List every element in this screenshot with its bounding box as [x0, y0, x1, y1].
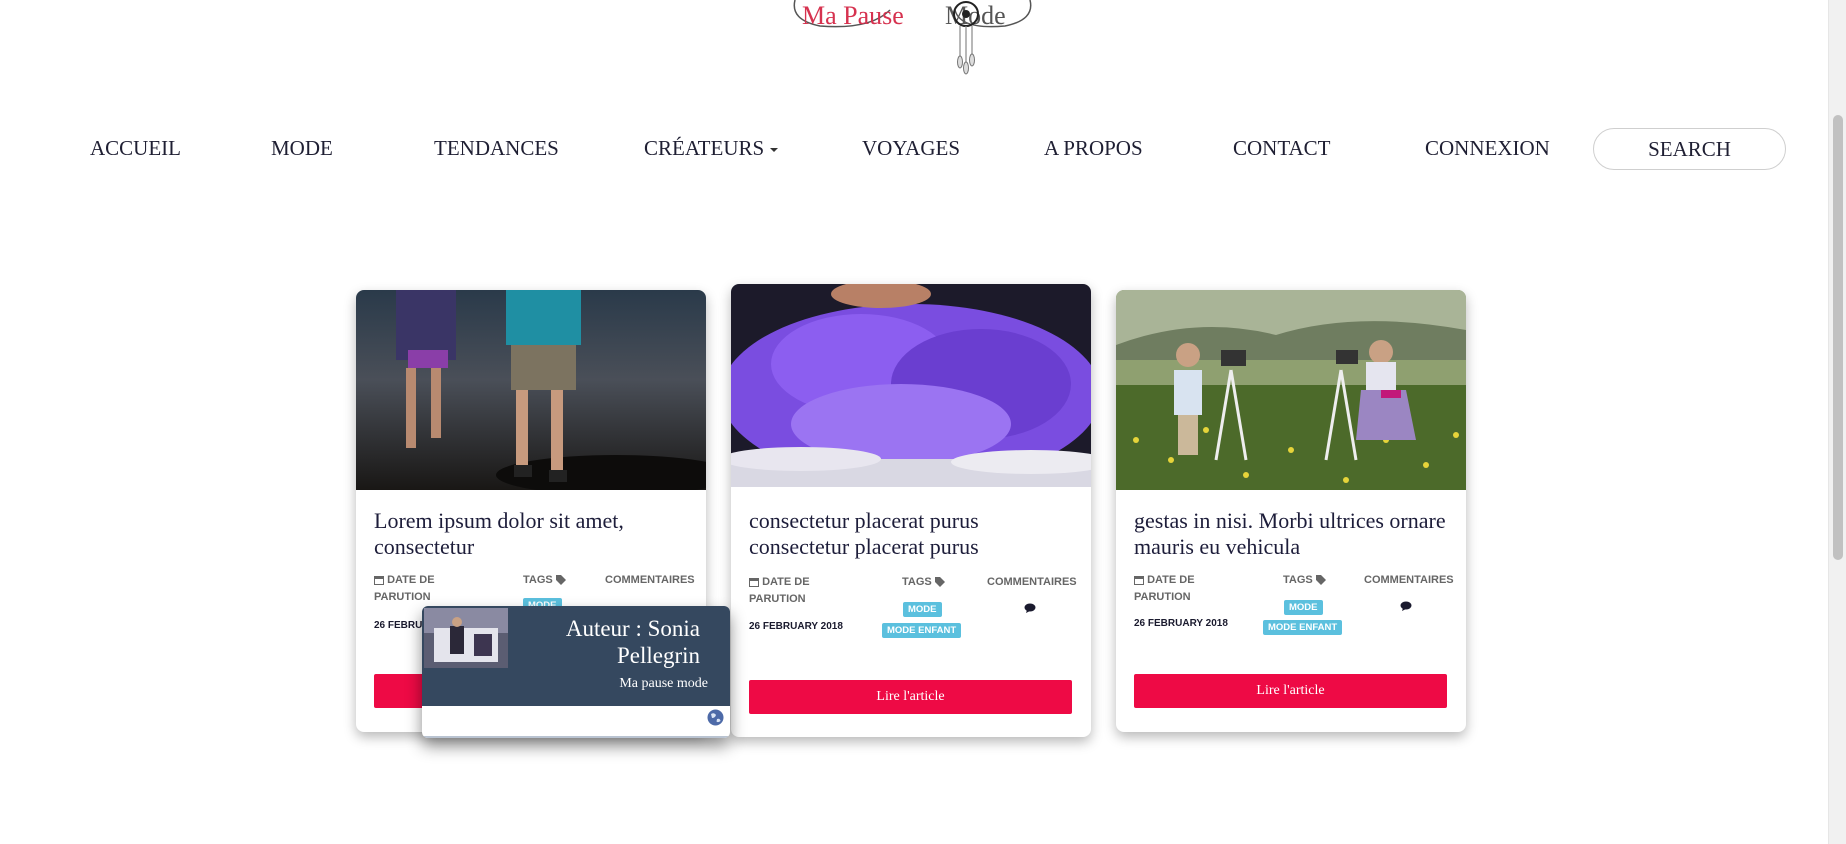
globe-icon[interactable] — [707, 709, 724, 726]
comments-label: COMMENTAIRES — [987, 576, 1077, 588]
logo-graphic: Ma Pause Mode — [793, 0, 1032, 75]
calendar-icon — [1134, 576, 1144, 586]
date-label: DATE DE PARUTION — [1134, 574, 1195, 603]
author-popover: Auteur : Sonia Pellegrin Ma pause mode — [422, 606, 730, 738]
author-name: Auteur : Sonia Pellegrin — [565, 616, 700, 668]
read-article-button[interactable]: Lire l'article — [1134, 674, 1447, 708]
tags-icon — [555, 575, 566, 586]
article-image[interactable] — [1116, 290, 1466, 490]
publication-date: 26 FEBRUARY 2018 — [749, 621, 843, 632]
article-image[interactable] — [356, 290, 706, 490]
author-avatar[interactable] — [424, 608, 508, 668]
article-image[interactable] — [731, 284, 1091, 487]
tag-badge[interactable]: MODE — [903, 602, 942, 617]
tag-badge[interactable]: MODE — [1284, 600, 1323, 615]
tags-label: TAGS — [523, 572, 568, 589]
article-title[interactable]: Lorem ipsum dolor sit amet, consectetur — [374, 508, 694, 560]
date-label: DATE DE PARUTION — [374, 574, 435, 603]
nav-item-mode[interactable]: MODE — [271, 125, 333, 171]
page-scrollbar-thumb[interactable] — [1833, 115, 1843, 560]
tags-label: TAGS — [902, 574, 947, 591]
nav-item-a-propos[interactable]: A PROPOS — [1044, 125, 1143, 171]
comment-icon[interactable] — [1024, 603, 1036, 613]
calendar-icon — [749, 578, 759, 588]
main-nav: ACCUEIL MODE TENDANCES CRÉATEURS VOYAGES… — [0, 125, 1828, 171]
publication-date: 26 FEBRUARY 2018 — [1134, 618, 1228, 629]
nav-item-createurs[interactable]: CRÉATEURS — [644, 125, 779, 171]
tags-label: TAGS — [1283, 572, 1328, 589]
article-card-2: consectetur placerat purus consectetur p… — [731, 284, 1091, 737]
author-popover-header: Auteur : Sonia Pellegrin Ma pause mode — [422, 606, 730, 706]
site-logo[interactable]: Ma Pause Mode — [780, 0, 1040, 75]
author-site: Ma pause mode — [619, 676, 708, 691]
read-article-button[interactable]: Lire l'article — [749, 680, 1072, 714]
nav-item-accueil[interactable]: ACCUEIL — [90, 125, 181, 171]
article-title[interactable]: gestas in nisi. Morbi ultrices ornare ma… — [1134, 508, 1454, 560]
comment-icon[interactable] — [1400, 601, 1412, 611]
logo-text-left: Ma Pause — [802, 1, 904, 30]
tags-icon — [1315, 575, 1326, 586]
comments-label: COMMENTAIRES — [1364, 574, 1454, 586]
nav-item-tendances[interactable]: TENDANCES — [434, 125, 559, 171]
tag-badge[interactable]: MODE ENFANT — [1263, 620, 1343, 635]
article-title[interactable]: consectetur placerat purus consectetur p… — [749, 508, 1079, 560]
tag-badge[interactable]: MODE ENFANT — [882, 623, 962, 638]
article-card-3: gestas in nisi. Morbi ultrices ornare ma… — [1116, 290, 1466, 732]
nav-item-voyages[interactable]: VOYAGES — [862, 125, 960, 171]
caret-down-icon — [770, 148, 779, 153]
nav-item-contact[interactable]: CONTACT — [1233, 125, 1330, 171]
tags-icon — [934, 577, 945, 588]
popover-bottom-border — [422, 736, 730, 738]
date-label: DATE DE PARUTION — [749, 576, 810, 605]
nav-item-connexion[interactable]: CONNEXION — [1425, 125, 1550, 171]
search-button[interactable]: SEARCH — [1593, 128, 1786, 170]
calendar-icon — [374, 576, 384, 586]
nav-item-createurs-label: CRÉATEURS — [644, 136, 765, 160]
comments-label: COMMENTAIRES — [605, 574, 695, 586]
